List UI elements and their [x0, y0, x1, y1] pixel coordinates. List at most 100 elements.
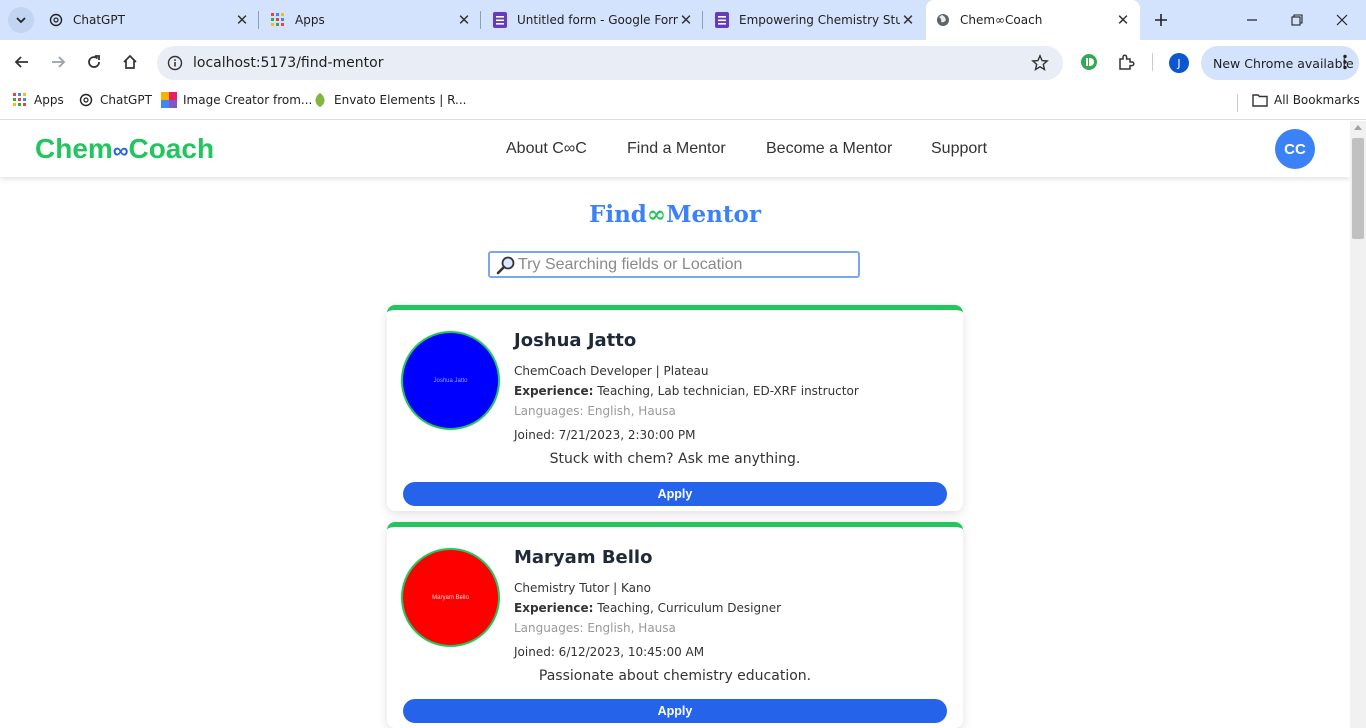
- title-infinity: ∞: [646, 201, 667, 228]
- avatar-alt-text: Maryam Bello: [432, 594, 469, 601]
- arrow-right-icon: [52, 56, 66, 68]
- mentor-languages: Languages: English, Hausa: [514, 404, 676, 418]
- search-input[interactable]: [518, 255, 838, 274]
- browser-tab-empowering[interactable]: Empowering Chemistry Students ✕: [714, 6, 916, 34]
- toolbar-divider: [1152, 53, 1153, 71]
- mentor-languages: Languages: English, Hausa: [514, 621, 676, 635]
- tab-title: Chem∞Coach: [960, 13, 1043, 27]
- experience-value: Teaching, Curriculum Designer: [597, 601, 782, 615]
- mentor-joined: Joined: 6/12/2023, 10:45:00 AM: [514, 645, 705, 659]
- nav-support[interactable]: Support: [931, 140, 987, 158]
- google-forms-icon: [714, 12, 730, 28]
- tab-separator: [258, 11, 259, 29]
- apply-button[interactable]: Apply: [403, 699, 947, 723]
- search-icon: [496, 256, 515, 274]
- browser-toolbar: localhost:5173/find-mentor J New Chrome …: [0, 40, 1366, 85]
- site-logo[interactable]: Chem∞Coach: [35, 133, 214, 165]
- tab-title: ChatGPT: [73, 13, 125, 27]
- nav-become-mentor[interactable]: Become a Mentor: [766, 140, 892, 158]
- minimize-button[interactable]: [1240, 8, 1264, 32]
- browser-tab-google-form[interactable]: Untitled form - Google Forms ✕: [492, 6, 694, 34]
- tab-title: Apps: [295, 13, 325, 27]
- page-title: Find∞Mentor: [0, 201, 1350, 228]
- folder-icon: [1252, 92, 1268, 108]
- reload-icon: [88, 55, 100, 68]
- restore-button[interactable]: [1285, 8, 1309, 32]
- tab-separator: [702, 11, 703, 29]
- browser-tab-chemcoach[interactable]: Chem∞Coach ✕: [926, 0, 1140, 40]
- mentor-avatar: Maryam Bello: [401, 548, 500, 647]
- bookmark-apps[interactable]: Apps: [12, 92, 64, 108]
- page-scrollbar[interactable]: [1350, 121, 1366, 728]
- apply-button[interactable]: Apply: [403, 482, 947, 506]
- experience-label: Experience:: [514, 601, 594, 615]
- mentor-avatar: Joshua Jatto: [401, 331, 500, 430]
- profile-avatar[interactable]: J: [1169, 53, 1189, 73]
- mentor-bio: Passionate about chemistry education.: [538, 668, 812, 684]
- search-box[interactable]: [488, 251, 860, 278]
- forward-button[interactable]: [46, 50, 70, 74]
- scroll-up-arrow-icon[interactable]: [1354, 125, 1362, 130]
- update-chrome-button[interactable]: New Chrome available: [1201, 46, 1359, 80]
- back-button[interactable]: [10, 50, 34, 74]
- browser-tab-chatgpt[interactable]: ChatGPT ✕: [48, 6, 250, 34]
- chatgpt-icon: [48, 12, 64, 28]
- close-icon[interactable]: ✕: [456, 11, 472, 29]
- bookmark-envato[interactable]: Envato Elements | R...: [312, 92, 466, 108]
- nav-about[interactable]: About C∞C: [506, 140, 587, 158]
- mentor-experience: Experience: Teaching, Lab technician, ED…: [514, 384, 859, 398]
- arrow-left-icon: [14, 56, 28, 68]
- bookmarks-divider: [1237, 94, 1238, 112]
- plus-icon: [1155, 14, 1167, 26]
- url-text[interactable]: localhost:5173/find-mentor: [193, 55, 383, 71]
- info-icon[interactable]: [167, 55, 183, 71]
- extension-grammar-icon[interactable]: [1079, 52, 1099, 72]
- apps-grid-icon: [12, 92, 28, 108]
- scrollbar-thumb[interactable]: [1352, 138, 1364, 239]
- close-icon[interactable]: ✕: [900, 11, 916, 29]
- bookmark-label: Apps: [34, 93, 64, 107]
- bookmark-image-creator[interactable]: Image Creator from...: [161, 92, 312, 108]
- close-window-button[interactable]: [1330, 8, 1354, 32]
- mentor-card: Maryam Bello Maryam Bello Chemistry Tuto…: [387, 522, 963, 728]
- bookmark-chatgpt[interactable]: ChatGPT: [78, 92, 152, 108]
- browser-tab-apps[interactable]: Apps ✕: [270, 6, 472, 34]
- tab-title: Untitled form - Google Forms: [517, 13, 678, 27]
- restore-icon: [1291, 14, 1303, 26]
- user-avatar[interactable]: CC: [1275, 129, 1315, 169]
- bookmark-star-icon[interactable]: [1031, 54, 1049, 72]
- all-bookmarks-button[interactable]: All Bookmarks: [1252, 92, 1360, 108]
- home-icon: [123, 54, 137, 69]
- more-vert-icon[interactable]: [1343, 54, 1347, 70]
- mentor-bio: Stuck with chem? Ask me anything.: [549, 451, 801, 467]
- close-icon[interactable]: ✕: [234, 11, 250, 29]
- tab-title: Empowering Chemistry Students: [739, 13, 900, 27]
- bookmark-label: Envato Elements | R...: [334, 93, 467, 107]
- address-bar[interactable]: localhost:5173/find-mentor: [157, 46, 1063, 80]
- close-icon[interactable]: ✕: [678, 11, 694, 29]
- nav-find-mentor[interactable]: Find a Mentor: [627, 140, 726, 158]
- bookmark-label: All Bookmarks: [1274, 93, 1360, 107]
- google-forms-icon: [492, 12, 508, 28]
- title-text-find: Find: [589, 201, 647, 228]
- title-text-mentor: Mentor: [666, 201, 761, 228]
- home-button[interactable]: [118, 50, 142, 74]
- bookmark-label: ChatGPT: [100, 93, 152, 107]
- close-icon[interactable]: ✕: [1115, 11, 1131, 29]
- tab-search-button[interactable]: [8, 7, 34, 33]
- logo-text-chem: Chem: [35, 133, 113, 164]
- extensions-puzzle-icon[interactable]: [1116, 52, 1136, 72]
- mentor-name: Joshua Jatto: [514, 330, 637, 351]
- new-tab-button[interactable]: [1150, 9, 1172, 31]
- reload-button[interactable]: [82, 50, 106, 74]
- mentor-experience: Experience: Teaching, Curriculum Designe…: [514, 601, 781, 615]
- logo-infinity: ∞: [112, 138, 129, 163]
- experience-value: Teaching, Lab technician, ED-XRF instruc…: [597, 384, 859, 398]
- chevron-down-icon: [16, 17, 26, 24]
- site-header: Chem∞Coach About C∞C Find a Mentor Becom…: [0, 121, 1350, 177]
- mentor-role-location: ChemCoach Developer | Plateau: [514, 364, 709, 378]
- mentor-role-location: Chemistry Tutor | Kano: [514, 581, 651, 595]
- tab-separator: [480, 11, 481, 29]
- browser-tab-strip: ChatGPT ✕ Apps ✕ Untitled form - Google …: [0, 0, 1366, 40]
- minimize-icon: [1247, 19, 1257, 21]
